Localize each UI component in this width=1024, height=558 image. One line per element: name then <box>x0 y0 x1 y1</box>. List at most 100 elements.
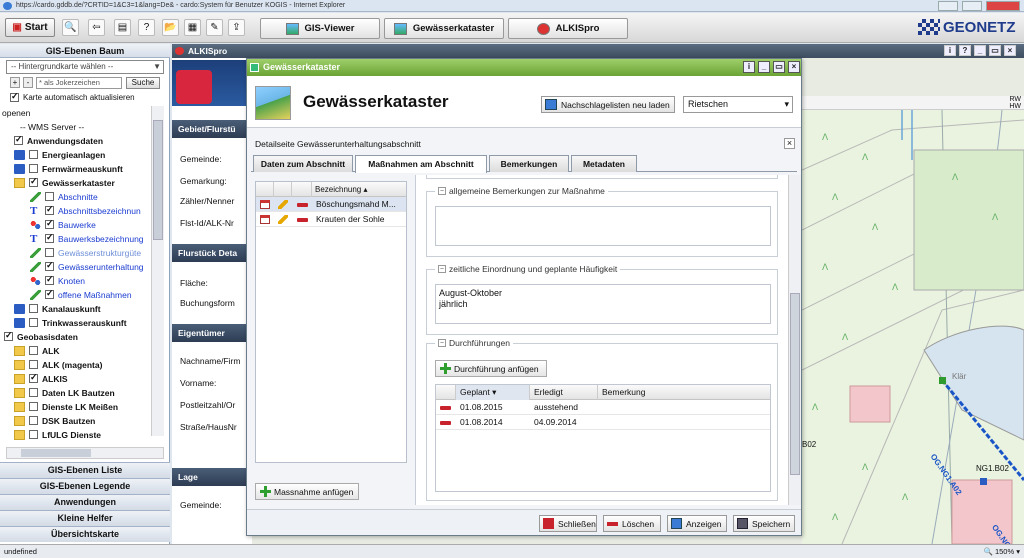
map-canvas[interactable]: ᐱᐱᐱᐱᐱᐱᐱᐱᐱᐱᐱᐱᐱ Klär B02 NG1.B02 OG.NG1.A0… <box>802 110 1024 544</box>
table-row[interactable]: 01.08.2014 04.09.2014 <box>436 415 770 430</box>
tree-item[interactable]: Geobasisdaten <box>4 330 78 343</box>
tree-item[interactable]: Kanalauskunft <box>14 302 101 315</box>
maximize-button[interactable]: ▭ <box>773 61 785 73</box>
column-bezeichnung[interactable]: Bezeichnung ▴ <box>312 182 406 197</box>
tab-remarks[interactable]: Bemerkungen <box>489 155 569 172</box>
accordion-helpers[interactable]: Kleine Helfer <box>0 510 170 526</box>
delete-button[interactable]: Löschen <box>603 515 661 532</box>
column-geplant[interactable]: Geplant ▾ <box>456 385 530 400</box>
tree-item[interactable]: Daten LK Bautzen <box>14 386 115 399</box>
minimize-button[interactable]: _ <box>974 45 986 56</box>
zoom-level[interactable]: 🔍 150% ▾ <box>984 545 1020 558</box>
back-icon[interactable]: ⇦ <box>88 19 105 36</box>
collapse-toggle-icon[interactable]: – <box>438 265 446 273</box>
tree-item[interactable]: Gewässerkataster <box>14 176 115 189</box>
table-row[interactable]: 01.08.2015 ausstehend <box>436 400 770 415</box>
tab-measures[interactable]: Maßnahmen am Abschnitt <box>355 155 487 173</box>
tree-item[interactable]: ALK (magenta) <box>14 358 102 371</box>
help-icon[interactable]: ? <box>138 19 155 36</box>
remove-icon[interactable] <box>440 406 451 410</box>
tree-item[interactable]: offene Maßnahmen <box>30 288 132 301</box>
tree-item[interactable]: Abschnitte <box>30 190 98 203</box>
tools-icon[interactable]: ✎ <box>206 19 223 36</box>
tab-gis-viewer[interactable]: GIS-Viewer <box>260 18 380 39</box>
tree-item[interactable]: Dienste LK Meißen <box>14 400 118 413</box>
scrollbar-thumb[interactable] <box>21 449 91 457</box>
tree-item[interactable]: DSK Bautzen <box>14 414 95 427</box>
accordion-applications[interactable]: Anwendungen <box>0 494 170 510</box>
list-item[interactable]: Böschungsmahd M... <box>256 197 406 212</box>
close-detail-icon[interactable]: × <box>784 138 795 149</box>
remove-icon[interactable] <box>440 421 451 425</box>
auto-refresh-toggle[interactable]: Karte automatisch aktualisieren <box>10 91 135 102</box>
calendar-icon[interactable] <box>260 200 270 209</box>
help-button[interactable]: ? <box>959 45 971 56</box>
tab-alkispro[interactable]: ALKISpro <box>508 18 628 39</box>
export-icon[interactable]: ⇪ <box>228 19 245 36</box>
tree-item[interactable]: Fernwärmeauskunft <box>14 162 123 175</box>
tab-metadata[interactable]: Metadaten <box>571 155 637 172</box>
scrollbar-thumb[interactable] <box>790 293 800 475</box>
tree-item[interactable]: LfULG Dienste <box>14 428 101 441</box>
add-measure-button[interactable]: Massnahme anfügen <box>255 483 359 500</box>
tree-item[interactable]: TBauwerksbezeichnung <box>30 232 144 245</box>
tree-item[interactable]: Knoten <box>30 274 85 287</box>
tree-item[interactable]: Anwendungsdaten <box>14 134 103 147</box>
tab-section-data[interactable]: Daten zum Abschnitt <box>253 155 353 172</box>
expand-all-button[interactable]: + <box>10 77 20 88</box>
close-dialog-button[interactable]: Schließen <box>539 515 597 532</box>
tree-item[interactable]: Energieanlagen <box>14 148 105 161</box>
minimize-window-button[interactable] <box>938 1 958 11</box>
remove-icon[interactable] <box>297 203 308 207</box>
restore-button[interactable]: ▭ <box>989 45 1001 56</box>
collapse-toggle-icon[interactable]: – <box>438 187 446 195</box>
accordion-layer-legend[interactable]: GIS-Ebenen Legende <box>0 478 170 494</box>
remarks-textarea[interactable] <box>435 206 771 246</box>
auto-refresh-checkbox[interactable] <box>10 91 19 102</box>
save-button[interactable]: Speichern <box>733 515 795 532</box>
collapse-all-button[interactable]: - <box>23 77 33 88</box>
tree-horizontal-scrollbar[interactable] <box>6 447 164 459</box>
tree-item[interactable]: ALKIS <box>14 372 68 385</box>
accordion-overview-map[interactable]: Übersichtskarte <box>0 526 170 542</box>
tree-item[interactable]: Bauwerke <box>30 218 96 231</box>
close-button[interactable]: × <box>788 61 800 73</box>
minimize-button[interactable]: _ <box>758 61 770 73</box>
maximize-window-button[interactable] <box>962 1 982 11</box>
close-window-button[interactable] <box>986 1 1020 11</box>
start-button[interactable]: ▣ Start <box>5 18 55 37</box>
layer-search-button[interactable]: Suche <box>126 77 160 89</box>
detail-scrollbar[interactable] <box>788 175 801 505</box>
info-button[interactable]: i <box>944 45 956 56</box>
column-erledigt[interactable]: Erledigt <box>530 385 598 400</box>
calendar-icon[interactable] <box>260 215 270 224</box>
remove-icon[interactable] <box>297 218 308 222</box>
tree-item[interactable]: Trinkwasserauskunft <box>14 316 127 329</box>
municipality-select[interactable]: Rietschen ▾ <box>683 96 793 113</box>
basemap-select[interactable]: -- Hintergrundkarte wählen -- ▼ <box>6 60 164 74</box>
tree-vertical-scrollbar[interactable] <box>151 106 164 436</box>
timing-textarea[interactable]: August-Oktober jährlich <box>435 284 771 324</box>
print-icon[interactable]: ▦ <box>184 19 201 36</box>
layer-search-input[interactable]: * als Jokerzeichen <box>36 77 122 89</box>
info-button[interactable]: i <box>743 61 755 73</box>
reload-lookups-button[interactable]: Nachschlagelisten neu laden <box>541 96 675 113</box>
tree-item[interactable]: Gewässerunterhaltung <box>30 260 144 273</box>
tree-item[interactable]: Gewässerstrukturgüte <box>30 246 141 259</box>
tree-item[interactable]: -- WMS Server -- <box>20 120 84 133</box>
edit-icon[interactable] <box>278 215 288 224</box>
search-icon[interactable]: 🔍 <box>62 19 79 36</box>
column-bemerkung[interactable]: Bemerkung <box>598 385 770 400</box>
scrollbar-thumb[interactable] <box>153 120 163 240</box>
tree-item[interactable]: TAbschnittsbezeichnun <box>30 204 141 217</box>
edit-icon[interactable] <box>278 200 288 209</box>
tree-item[interactable]: openen <box>2 106 30 119</box>
document-icon[interactable]: ▤ <box>114 19 131 36</box>
add-execution-button[interactable]: Durchführung anfügen <box>435 360 547 377</box>
show-button[interactable]: Anzeigen <box>667 515 727 532</box>
folder-icon[interactable]: 📂 <box>162 19 179 36</box>
list-item[interactable]: Krauten der Sohle <box>256 212 406 227</box>
dialog-title-bar[interactable]: Gewässerkataster i _ ▭ × <box>247 59 801 76</box>
tab-gewaesserkataster[interactable]: Gewässerkataster <box>384 18 504 39</box>
collapse-toggle-icon[interactable]: – <box>438 339 446 347</box>
